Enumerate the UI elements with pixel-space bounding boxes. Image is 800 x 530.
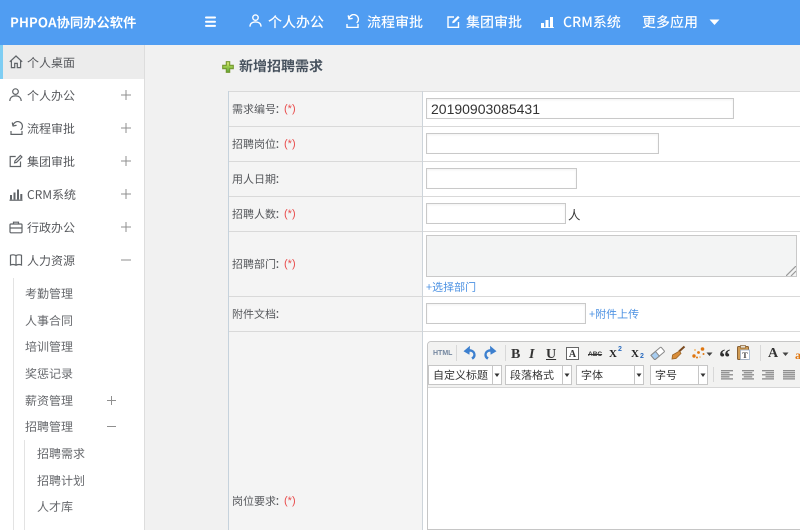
svg-text:T: T (742, 350, 748, 360)
svg-text:A: A (569, 349, 577, 360)
